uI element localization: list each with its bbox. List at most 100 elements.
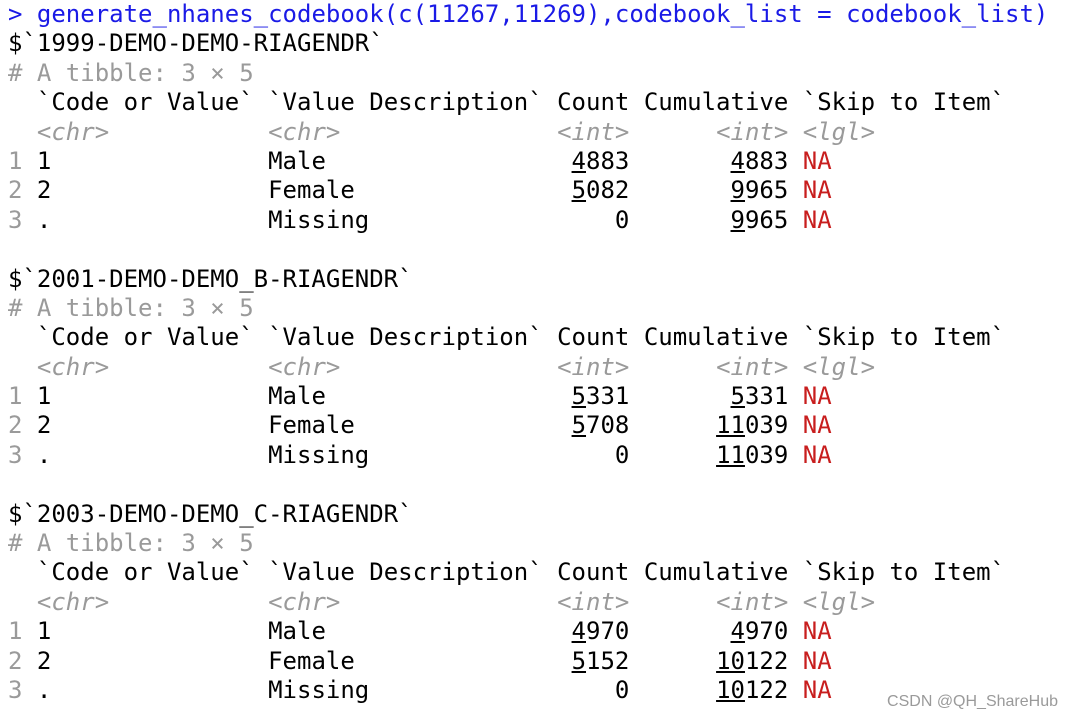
tibble-name: $`2003-DEMO-DEMO_C-RIAGENDR` bbox=[8, 499, 413, 528]
row-index: 2 bbox=[8, 411, 23, 440]
code-cell: 2 bbox=[36, 646, 52, 675]
column-type: <chr> bbox=[268, 352, 341, 381]
count-cell: 5152 bbox=[571, 646, 630, 675]
command-text: generate_nhanes_codebook(c(11267,11269),… bbox=[36, 0, 1049, 28]
description-cell: Female bbox=[268, 646, 355, 675]
skip-cell: NA bbox=[802, 675, 832, 704]
cumulative-cell: 4883 bbox=[730, 146, 789, 175]
column-type: <chr> bbox=[36, 352, 110, 381]
count-cell: 0 bbox=[614, 675, 630, 704]
tibble-meta: # A tibble: 3 × 5 bbox=[8, 58, 254, 87]
column-header: `Value Description` bbox=[268, 88, 543, 117]
row-index: 3 bbox=[8, 675, 23, 704]
cumulative-cell: 11039 bbox=[716, 411, 789, 440]
count-cell: 4883 bbox=[571, 146, 630, 175]
tibble-meta: # A tibble: 3 × 5 bbox=[8, 293, 254, 322]
cumulative-cell: 9965 bbox=[730, 205, 789, 234]
count-cell: 5708 bbox=[571, 411, 630, 440]
code-cell: 2 bbox=[36, 411, 52, 440]
column-type: <chr> bbox=[36, 117, 110, 146]
count-cell: 5331 bbox=[571, 382, 630, 411]
row-index: 3 bbox=[8, 205, 23, 234]
description-cell: Missing bbox=[268, 675, 370, 704]
table-row: 3 . Missing 0 11039 NA bbox=[0, 441, 1066, 470]
column-header: `Code or Value` bbox=[36, 323, 254, 352]
count-cell: 5082 bbox=[571, 176, 630, 205]
count-cell: 0 bbox=[614, 440, 630, 469]
description-cell: Male bbox=[268, 382, 326, 411]
skip-cell: NA bbox=[802, 411, 832, 440]
row-index: 1 bbox=[8, 617, 23, 646]
tibble-block: $`2003-DEMO-DEMO_C-RIAGENDR` # A tibble: … bbox=[0, 500, 1066, 706]
row-index: 2 bbox=[8, 176, 23, 205]
column-header: Cumulative bbox=[643, 88, 789, 117]
column-type: <int> bbox=[557, 587, 630, 616]
tibble-meta: # A tibble: 3 × 5 bbox=[8, 529, 254, 558]
column-header: Cumulative bbox=[643, 558, 789, 587]
row-index: 1 bbox=[8, 382, 23, 411]
tibble-type-row: <chr> <chr> <int> <int> <lgl> bbox=[0, 353, 1066, 382]
cumulative-cell: 10122 bbox=[716, 646, 789, 675]
tibble-block: $`1999-DEMO-DEMO-RIAGENDR` # A tibble: 3 … bbox=[0, 29, 1066, 264]
cumulative-cell: 4970 bbox=[730, 617, 789, 646]
skip-cell: NA bbox=[802, 205, 832, 234]
description-cell: Female bbox=[268, 411, 355, 440]
column-header: `Value Description` bbox=[268, 323, 543, 352]
column-header: Cumulative bbox=[643, 323, 789, 352]
row-index: 3 bbox=[8, 440, 23, 469]
tibble-name: $`1999-DEMO-DEMO-RIAGENDR` bbox=[8, 29, 384, 58]
description-cell: Missing bbox=[268, 205, 370, 234]
column-type: <lgl> bbox=[802, 352, 876, 381]
skip-cell: NA bbox=[802, 146, 832, 175]
tibble-block: $`2001-DEMO-DEMO_B-RIAGENDR` # A tibble: … bbox=[0, 265, 1066, 500]
column-type: <int> bbox=[716, 587, 789, 616]
column-type: <chr> bbox=[268, 117, 341, 146]
skip-cell: NA bbox=[802, 646, 832, 675]
code-cell: 1 bbox=[36, 382, 52, 411]
table-row: 3 . Missing 0 9965 NA bbox=[0, 206, 1066, 235]
row-index: 1 bbox=[8, 146, 23, 175]
column-header: `Code or Value` bbox=[36, 88, 254, 117]
table-row: 2 2 Female 5708 11039 NA bbox=[0, 411, 1066, 440]
code-cell: 1 bbox=[36, 146, 52, 175]
column-header: Count bbox=[557, 558, 630, 587]
command-line: > generate_nhanes_codebook(c(11267,11269… bbox=[0, 0, 1066, 29]
tibble-type-row: <chr> <chr> <int> <int> <lgl> bbox=[0, 118, 1066, 147]
r-console-output: > generate_nhanes_codebook(c(11267,11269… bbox=[0, 0, 1066, 705]
column-type: <int> bbox=[557, 352, 630, 381]
row-index: 2 bbox=[8, 646, 23, 675]
column-header: `Skip to Item` bbox=[802, 88, 1006, 117]
table-row: 1 1 Male 4883 4883 NA bbox=[0, 147, 1066, 176]
cumulative-cell: 11039 bbox=[716, 440, 789, 469]
column-header: `Skip to Item` bbox=[802, 323, 1006, 352]
column-header: `Code or Value` bbox=[36, 558, 254, 587]
table-row: 2 2 Female 5082 9965 NA bbox=[0, 176, 1066, 205]
count-cell: 0 bbox=[614, 205, 630, 234]
description-cell: Male bbox=[268, 146, 326, 175]
column-type: <chr> bbox=[36, 587, 110, 616]
cumulative-cell: 9965 bbox=[730, 176, 789, 205]
column-type: <chr> bbox=[268, 587, 341, 616]
skip-cell: NA bbox=[802, 382, 832, 411]
cumulative-cell: 10122 bbox=[716, 675, 789, 704]
skip-cell: NA bbox=[802, 176, 832, 205]
count-cell: 4970 bbox=[571, 617, 630, 646]
column-type: <int> bbox=[716, 117, 789, 146]
column-header: Count bbox=[557, 88, 630, 117]
column-type: <int> bbox=[557, 117, 630, 146]
tibble-list: $`1999-DEMO-DEMO-RIAGENDR` # A tibble: 3 … bbox=[0, 29, 1066, 705]
tibble-name: $`2001-DEMO-DEMO_B-RIAGENDR` bbox=[8, 264, 413, 293]
column-header: `Skip to Item` bbox=[802, 558, 1006, 587]
skip-cell: NA bbox=[802, 617, 832, 646]
code-cell: 2 bbox=[36, 176, 52, 205]
tibble-header-row: `Code or Value` `Value Description` Coun… bbox=[0, 88, 1066, 117]
table-row: 1 1 Male 4970 4970 NA bbox=[0, 617, 1066, 646]
column-type: <lgl> bbox=[802, 587, 876, 616]
column-header: Count bbox=[557, 323, 630, 352]
tibble-header-row: `Code or Value` `Value Description` Coun… bbox=[0, 558, 1066, 587]
description-cell: Female bbox=[268, 176, 355, 205]
description-cell: Male bbox=[268, 617, 326, 646]
code-cell: . bbox=[36, 440, 52, 469]
column-header: `Value Description` bbox=[268, 558, 543, 587]
